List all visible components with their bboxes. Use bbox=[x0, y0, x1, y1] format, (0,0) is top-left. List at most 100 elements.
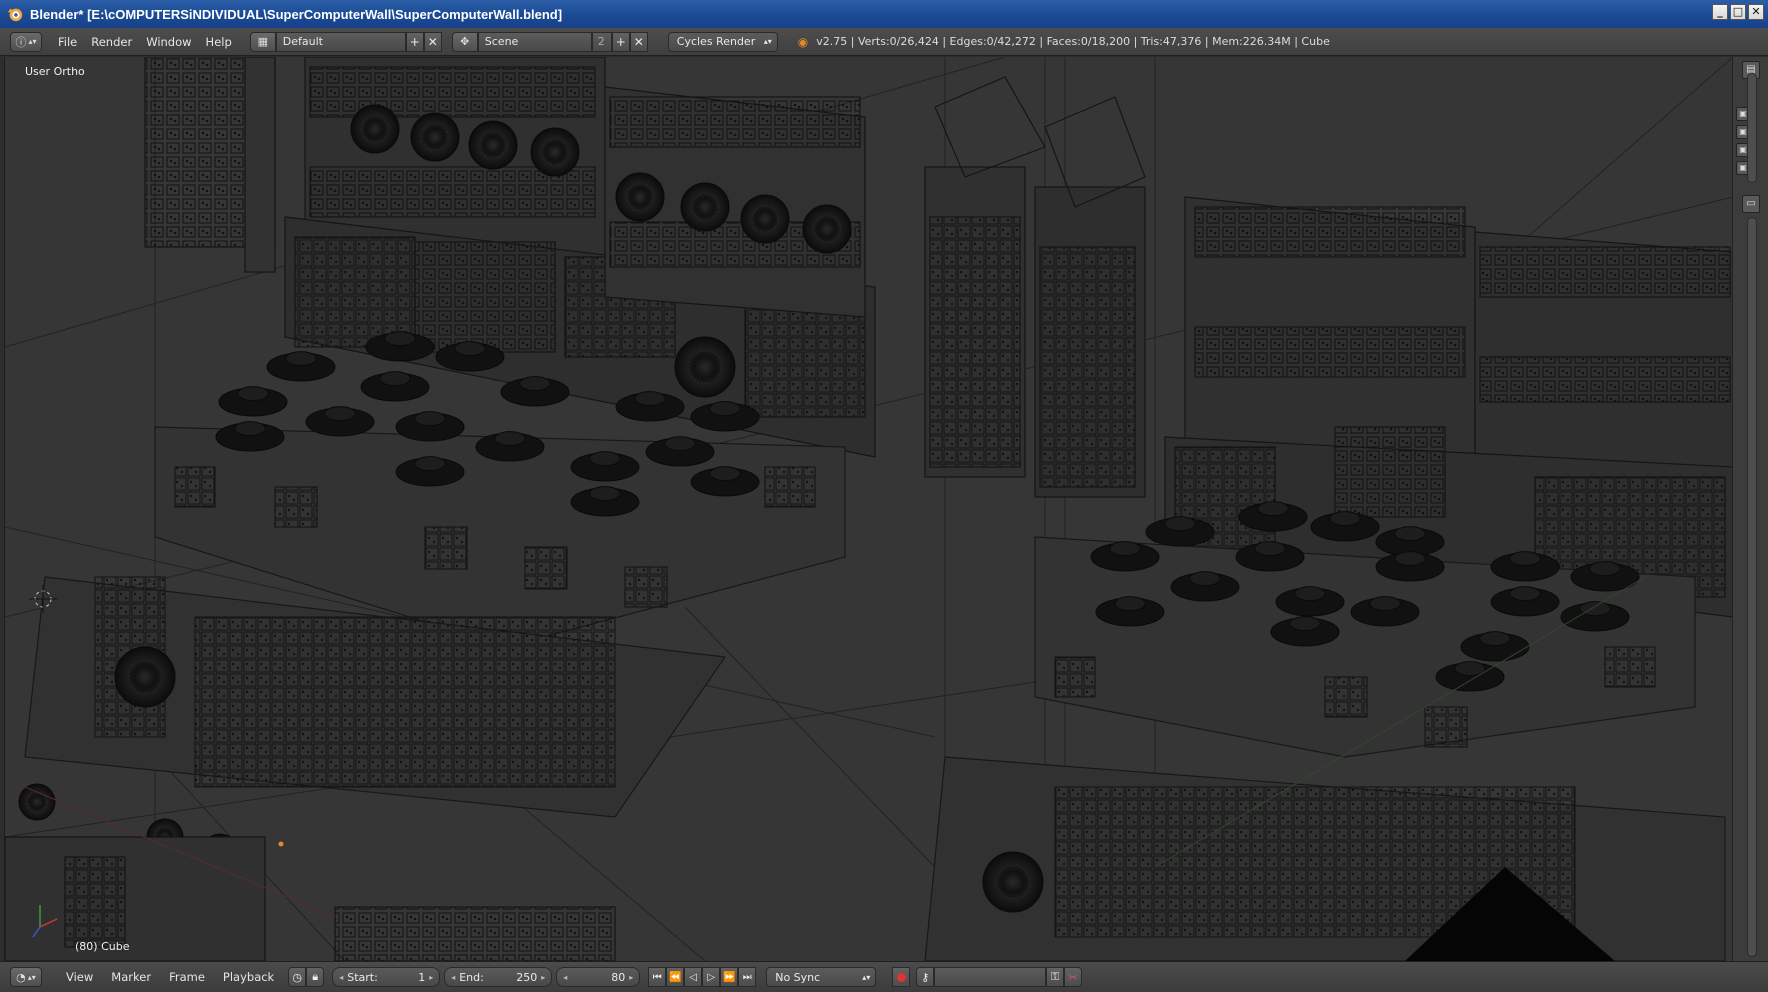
remove-scene-button[interactable]: ✕ bbox=[629, 31, 648, 52]
remove-layout-button[interactable]: ✕ bbox=[423, 31, 442, 52]
close-icon: ✕ bbox=[427, 34, 438, 49]
editor-type-button[interactable]: ⓘ ▴▾ bbox=[10, 31, 42, 52]
3d-viewport[interactable]: User Ortho (80) Cube bbox=[4, 57, 1732, 961]
disc-cap bbox=[1114, 596, 1146, 612]
sync-mode-dropdown[interactable]: No Sync ▴▾ bbox=[766, 967, 877, 987]
menu-view[interactable]: View bbox=[66, 970, 93, 984]
scene-field[interactable]: Scene bbox=[477, 31, 592, 52]
disc-cap bbox=[1454, 661, 1486, 677]
current-frame-field[interactable]: ◂ 80 ▸ bbox=[556, 967, 641, 987]
jump-end-button[interactable]: ⏭ bbox=[738, 967, 757, 987]
prev-keyframe-button[interactable]: ⏪ bbox=[666, 967, 685, 987]
end-frame-label: End: bbox=[459, 970, 484, 984]
tool-shelf-icon[interactable]: ▭ bbox=[1742, 195, 1760, 213]
menu-window[interactable]: Window bbox=[146, 35, 191, 49]
disc-cap bbox=[1289, 616, 1321, 632]
menu-render[interactable]: Render bbox=[91, 35, 132, 49]
auto-keying-button[interactable] bbox=[892, 967, 911, 987]
record-icon bbox=[896, 972, 906, 982]
dial-knob bbox=[740, 194, 790, 244]
properties-region-strip: ▤ ▣ ▣ ▣ ▣ ▭ bbox=[1732, 57, 1768, 961]
menu-marker[interactable]: Marker bbox=[111, 970, 151, 984]
preview-range-button[interactable]: ◷ bbox=[288, 967, 307, 987]
window-title: Blender* [E:\cOMPUTERSiNDIVIDUAL\SuperCo… bbox=[30, 6, 563, 22]
render-engine-dropdown[interactable]: Cycles Render ▴▾ bbox=[667, 31, 778, 52]
updown-icon: ▴▾ bbox=[27, 972, 36, 982]
minimize-button[interactable]: _ bbox=[1712, 4, 1728, 20]
delete-keyframe-button[interactable]: ✂ bbox=[1064, 967, 1083, 987]
dial-knob bbox=[982, 851, 1044, 913]
disc-cap bbox=[1329, 511, 1361, 527]
disc-cap bbox=[709, 401, 741, 417]
disc-cap bbox=[1257, 501, 1289, 517]
scene-browse-button[interactable]: ✥ bbox=[451, 31, 478, 52]
disc-cap bbox=[1369, 596, 1401, 612]
disc-cap bbox=[634, 391, 666, 407]
window-titlebar: Blender* [E:\cOMPUTERSiNDIVIDUAL\SuperCo… bbox=[0, 0, 1768, 28]
insert-keyframe-button[interactable]: ⚿ bbox=[1046, 967, 1065, 987]
decrement-arrow-icon[interactable]: ◂ bbox=[563, 973, 567, 982]
end-frame-value: 250 bbox=[516, 970, 538, 984]
dial-knob bbox=[615, 172, 665, 222]
screen-layout-browse-button[interactable]: ▦ bbox=[249, 31, 276, 52]
menu-file[interactable]: File bbox=[58, 35, 77, 49]
scrollbar-main[interactable] bbox=[1747, 217, 1757, 957]
active-keying-set-field[interactable] bbox=[934, 967, 1047, 987]
keying-set-browse-button[interactable]: ⚷ bbox=[916, 967, 935, 987]
disc-cap bbox=[1509, 586, 1541, 602]
close-icon: ✕ bbox=[633, 34, 644, 49]
disc-cap bbox=[414, 456, 446, 472]
key-insert-icon: ⚿ bbox=[1051, 970, 1060, 983]
increment-arrow-icon[interactable]: ▸ bbox=[629, 973, 633, 982]
menu-frame[interactable]: Frame bbox=[169, 970, 205, 984]
timeline-editor-type-button[interactable]: ◔ ▴▾ bbox=[10, 967, 42, 987]
plus-icon: + bbox=[615, 34, 626, 49]
menu-playback[interactable]: Playback bbox=[223, 970, 274, 984]
play-reverse-button[interactable]: ◁ bbox=[684, 967, 703, 987]
play-reverse-icon: ◁ bbox=[689, 971, 698, 983]
disc-cap bbox=[234, 421, 266, 437]
plus-icon: + bbox=[409, 34, 420, 49]
scrollbar-top[interactable] bbox=[1747, 73, 1757, 183]
increment-arrow-icon[interactable]: ▸ bbox=[429, 973, 433, 982]
dropdown-arrow-icon: ▴▾ bbox=[862, 972, 871, 982]
disc-cap bbox=[1109, 541, 1141, 557]
next-keyframe-button[interactable]: ⏩ bbox=[720, 967, 739, 987]
maximize-button[interactable]: □ bbox=[1730, 4, 1746, 20]
add-scene-button[interactable]: + bbox=[611, 31, 630, 52]
disc-cap bbox=[454, 341, 486, 357]
timeline-header: ◔ ▴▾ View Marker Frame Playback ◷ 🔒︎ ◂ St… bbox=[0, 961, 1768, 992]
updown-icon: ▴▾ bbox=[28, 37, 37, 46]
start-frame-label: Start: bbox=[347, 970, 378, 984]
lock-range-button[interactable]: 🔒︎ bbox=[306, 967, 325, 987]
disc-cap bbox=[1164, 516, 1196, 532]
clock-icon: ◷ bbox=[292, 970, 303, 984]
menu-help[interactable]: Help bbox=[206, 35, 232, 49]
playback-controls: ⏮ ⏪ ◁ ▷ ⏩ ⏭ bbox=[648, 967, 757, 987]
disc-cap bbox=[384, 331, 416, 347]
active-object-label: (80) Cube bbox=[75, 940, 130, 953]
scene-users-count: 2 bbox=[591, 31, 612, 52]
increment-arrow-icon[interactable]: ▸ bbox=[541, 973, 545, 982]
wireframe-scene bbox=[5, 57, 1732, 961]
dial-knob bbox=[114, 646, 176, 708]
dial-knob bbox=[468, 120, 518, 170]
end-frame-field[interactable]: ◂ End: 250 ▸ bbox=[444, 967, 553, 987]
dial-knob bbox=[18, 783, 56, 821]
disc-cap bbox=[494, 431, 526, 447]
close-button[interactable]: ✕ bbox=[1748, 4, 1764, 20]
screen-layout-field[interactable]: Default bbox=[275, 31, 406, 52]
disc-cap bbox=[589, 486, 621, 502]
play-button[interactable]: ▷ bbox=[702, 967, 721, 987]
jump-start-button[interactable]: ⏮ bbox=[648, 967, 667, 987]
disc-cap bbox=[237, 386, 269, 402]
add-layout-button[interactable]: + bbox=[405, 31, 424, 52]
sync-mode-label: No Sync bbox=[775, 970, 821, 984]
blender-small-icon: ◉ bbox=[797, 34, 809, 49]
lock-icon: 🔒︎ bbox=[312, 970, 319, 983]
disc-cap bbox=[1479, 631, 1511, 647]
start-frame-field[interactable]: ◂ Start: 1 ▸ bbox=[332, 967, 441, 987]
disc-cap bbox=[1394, 526, 1426, 542]
screen-layout-icon: ▦ bbox=[257, 35, 268, 48]
current-frame-value: 80 bbox=[611, 970, 626, 984]
